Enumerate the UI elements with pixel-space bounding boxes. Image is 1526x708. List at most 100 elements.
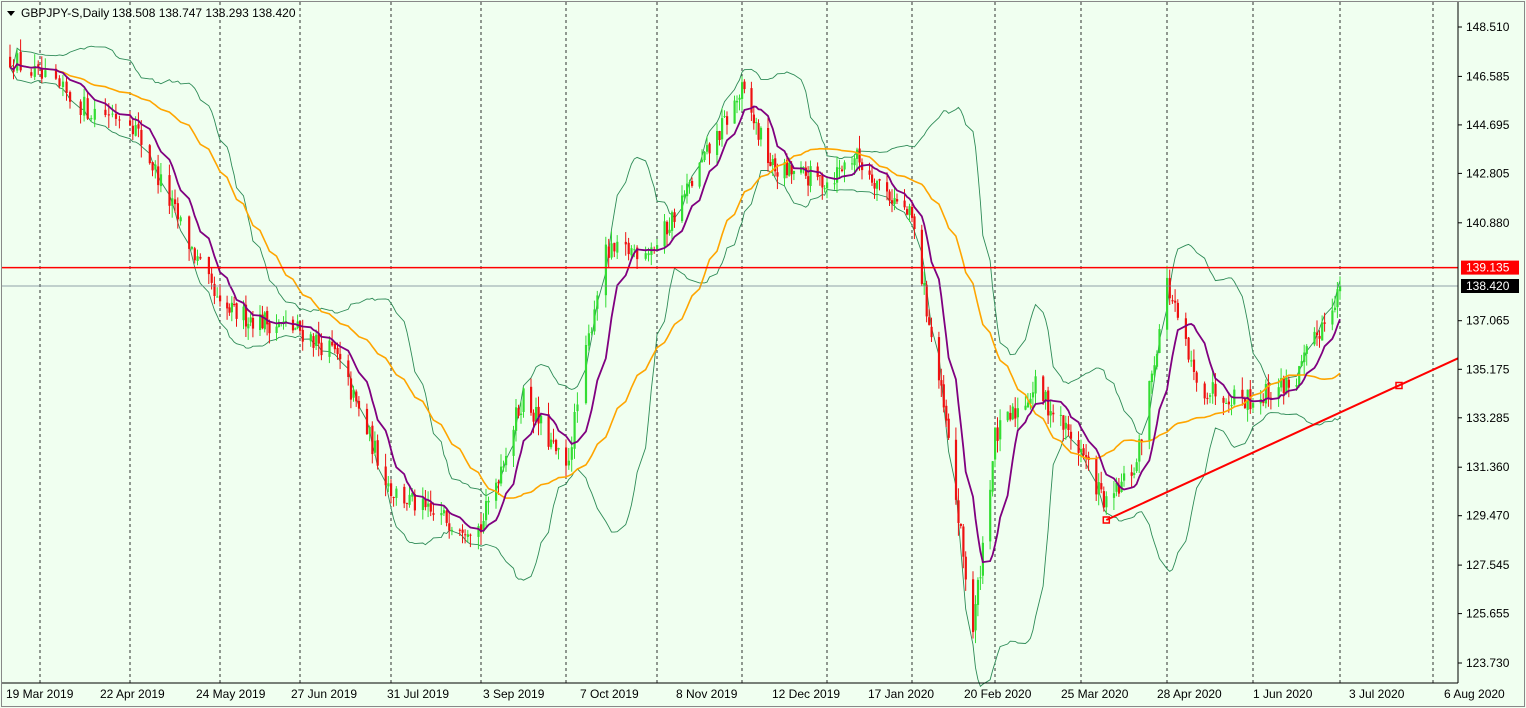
candle-body xyxy=(242,306,245,321)
candle-body xyxy=(1011,406,1014,420)
candle-body xyxy=(320,342,323,356)
candle-body xyxy=(154,164,157,170)
candle-body xyxy=(69,92,72,102)
candle-body xyxy=(1313,331,1316,345)
candle xyxy=(1187,337,1190,363)
candle-body xyxy=(937,337,941,381)
candle-body xyxy=(1097,482,1100,495)
candle-body xyxy=(140,129,143,145)
candle-body xyxy=(868,170,871,175)
candle xyxy=(263,311,266,333)
candle-body xyxy=(668,229,671,233)
candle xyxy=(584,335,588,405)
candle-body xyxy=(826,182,829,189)
candle-body xyxy=(1252,403,1255,408)
time-tick-label: 25 Mar 2020 xyxy=(1061,687,1129,701)
candle-body xyxy=(1300,361,1303,366)
candle xyxy=(989,480,992,550)
candle-body xyxy=(1323,322,1326,324)
candle-body xyxy=(93,108,96,120)
candle-body xyxy=(893,198,896,205)
price-tick-label: 146.585 xyxy=(1466,69,1510,83)
time-tick-label: 19 Mar 2019 xyxy=(6,687,74,701)
candle-body xyxy=(736,100,739,103)
candle-body xyxy=(1077,440,1080,453)
candle-body xyxy=(207,257,210,275)
candle-body xyxy=(959,523,962,526)
candle-body xyxy=(1100,483,1103,490)
candle-body xyxy=(567,460,570,466)
candle-body xyxy=(788,163,791,176)
candle xyxy=(148,144,151,165)
candle-body xyxy=(942,384,945,408)
candle-body xyxy=(373,440,377,453)
candle-body xyxy=(856,149,859,159)
price-tick-label: 135.175 xyxy=(1466,362,1510,376)
candle-body xyxy=(331,342,334,346)
candle-body xyxy=(395,488,398,498)
candle-body xyxy=(131,125,134,135)
chart-window[interactable]: 148.510 146.585 144.695 142.805 140.880 137.0… xyxy=(0,0,1526,708)
candle-body xyxy=(891,200,894,204)
candle-body xyxy=(989,489,992,542)
candle-body xyxy=(871,174,874,183)
candle-body xyxy=(633,249,636,251)
candle-body xyxy=(355,391,358,402)
candle-body xyxy=(1069,431,1073,439)
candle-body xyxy=(405,502,409,504)
candle-body xyxy=(1009,412,1012,420)
time-tick-label: 27 Jun 2019 xyxy=(291,687,357,701)
candle-body xyxy=(171,198,174,206)
candle-body xyxy=(505,456,508,466)
candle-body xyxy=(873,183,876,189)
candle-body xyxy=(291,319,295,331)
candle-body xyxy=(1052,412,1055,415)
candle-body xyxy=(461,529,464,533)
candle-body xyxy=(1150,373,1153,383)
candle-body xyxy=(555,440,558,452)
candle-body xyxy=(940,380,943,386)
candle-body xyxy=(1211,382,1214,394)
candle-body xyxy=(403,486,406,504)
candle-body xyxy=(1336,289,1339,308)
candle-body xyxy=(1153,365,1156,376)
candle-body xyxy=(972,579,975,633)
candle-body xyxy=(1102,491,1105,508)
candle-body xyxy=(994,427,997,460)
candle-body xyxy=(876,181,879,189)
candle xyxy=(937,331,941,389)
candle-body xyxy=(86,98,89,119)
candle-body xyxy=(111,113,114,115)
candle-body xyxy=(1034,376,1037,394)
candle-body xyxy=(947,418,950,438)
candle-body xyxy=(888,191,891,201)
candle-body xyxy=(442,510,446,514)
candle-body xyxy=(530,386,533,413)
candle-body xyxy=(755,122,758,124)
candle-body xyxy=(148,145,151,164)
candle-body xyxy=(1112,493,1116,498)
candle-body xyxy=(1080,449,1083,453)
candle-body xyxy=(151,162,154,171)
candle-body xyxy=(266,311,269,325)
price-tick-label: 123.730 xyxy=(1466,656,1510,670)
candle-body xyxy=(333,343,336,350)
candle-body xyxy=(502,466,505,468)
candle-body xyxy=(263,312,266,330)
price-chart[interactable]: 148.510 146.585 144.695 142.805 140.880 137.0… xyxy=(0,0,1526,708)
candle-body xyxy=(497,481,500,484)
candle-body xyxy=(957,500,960,523)
candle-body xyxy=(275,326,278,333)
candle-body xyxy=(520,413,523,415)
candle-body xyxy=(522,388,525,412)
candle-body xyxy=(328,340,331,357)
candle-body xyxy=(347,360,350,377)
price-tick-label: 144.695 xyxy=(1466,118,1510,132)
time-tick-label: 17 Jan 2020 xyxy=(868,687,934,701)
candle-body xyxy=(188,216,191,249)
candle-body xyxy=(991,461,994,492)
candle-body xyxy=(301,329,304,342)
candle-body xyxy=(315,334,318,346)
price-tick-label: 131.360 xyxy=(1466,460,1510,474)
candle-body xyxy=(1095,458,1098,495)
